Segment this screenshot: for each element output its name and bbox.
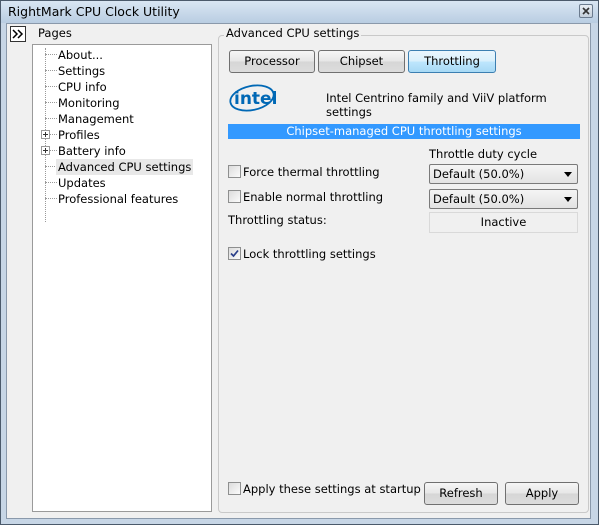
tree-item-label: CPU info <box>58 80 107 94</box>
tree-item-battery-info[interactable]: Battery info <box>41 143 205 159</box>
tree-item-professional-features[interactable]: Professional features <box>45 191 205 207</box>
tree-item-label: Professional features <box>58 192 179 206</box>
tree-item-management[interactable]: Management <box>45 111 205 127</box>
enable-normal-checkbox[interactable] <box>228 190 241 203</box>
tree-item-label: Monitoring <box>58 96 120 110</box>
intel-logo: intel <box>229 84 276 112</box>
expand-plus-icon[interactable] <box>41 146 50 155</box>
close-icon <box>582 7 590 15</box>
select-value: Default (50.0%) <box>433 192 525 206</box>
tree-item-label: Advanced CPU settings <box>56 159 194 175</box>
force-thermal-label[interactable]: Force thermal throttling <box>243 164 380 180</box>
double-chevron-right-icon <box>12 29 24 39</box>
tree-item-monitoring[interactable]: Monitoring <box>45 95 205 111</box>
tree-item-label: Battery info <box>58 144 126 158</box>
tree-item-settings[interactable]: Settings <box>45 63 205 79</box>
refresh-button[interactable]: Refresh <box>424 482 498 505</box>
platform-text: Intel Centrino family and ViiV platform … <box>326 91 547 119</box>
tab-processor[interactable]: Processor <box>229 50 315 73</box>
tree-item-label: About... <box>58 48 103 62</box>
tree-item-label: Management <box>58 112 134 126</box>
title-bar[interactable]: RightMark CPU Clock Utility <box>1 1 598 23</box>
tree-item-label: Profiles <box>58 128 100 142</box>
duty-cycle-label: Throttle duty cycle <box>429 147 538 161</box>
apply-startup-label[interactable]: Apply these settings at startup <box>243 481 421 497</box>
client-area: Pages About... Settings CPU info Monitor… <box>6 23 591 519</box>
apply-button[interactable]: Apply <box>505 482 579 505</box>
checkmark-icon <box>230 249 239 258</box>
tree-item-about[interactable]: About... <box>45 47 205 63</box>
pages-header: Pages <box>38 26 72 40</box>
tree-item-label: Updates <box>58 176 106 190</box>
duty-cycle-select-2[interactable]: Default (50.0%) <box>429 189 578 209</box>
tab-chipset[interactable]: Chipset <box>318 50 405 73</box>
intel-logo-text: intel <box>234 89 276 109</box>
tree-item-label: Settings <box>58 64 106 78</box>
tree-item-updates[interactable]: Updates <box>45 175 205 191</box>
app-window: RightMark CPU Clock Utility Pages About.… <box>0 0 599 525</box>
section-header: Chipset-managed CPU throttling settings <box>228 124 580 139</box>
lock-settings-label[interactable]: Lock throttling settings <box>243 246 376 262</box>
dropdown-arrow-icon <box>564 172 572 177</box>
window-title: RightMark CPU Clock Utility <box>8 4 180 19</box>
collapse-sidebar-button[interactable] <box>10 26 26 42</box>
tree-item-profiles[interactable]: Profiles <box>41 127 205 143</box>
expand-plus-icon[interactable] <box>41 130 50 139</box>
throttling-status-value: Inactive <box>429 212 578 233</box>
pages-tree[interactable]: About... Settings CPU info Monitoring Ma… <box>32 44 212 512</box>
throttling-status-label: Throttling status: <box>228 213 327 227</box>
force-thermal-checkbox[interactable] <box>228 165 241 178</box>
tree-item-cpu-info[interactable]: CPU info <box>45 79 205 95</box>
duty-cycle-select-1[interactable]: Default (50.0%) <box>429 164 578 184</box>
enable-normal-label[interactable]: Enable normal throttling <box>243 189 383 205</box>
apply-startup-checkbox[interactable] <box>228 482 241 495</box>
select-value: Default (50.0%) <box>433 167 525 181</box>
group-title: Advanced CPU settings <box>224 26 362 40</box>
dropdown-arrow-icon <box>564 197 572 202</box>
tab-throttling[interactable]: Throttling <box>408 50 496 73</box>
close-button[interactable] <box>579 4 593 18</box>
lock-settings-checkbox[interactable] <box>228 247 241 260</box>
tree-item-advanced-cpu-settings[interactable]: Advanced CPU settings <box>45 159 205 175</box>
